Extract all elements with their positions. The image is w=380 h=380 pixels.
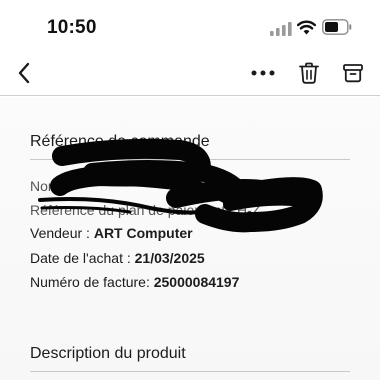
wifi-icon <box>297 20 316 35</box>
archive-button[interactable] <box>340 60 366 86</box>
vendor-line: Vendeur : ART Computer <box>30 225 193 241</box>
status-time: 10:50 <box>47 17 97 38</box>
invoice-label: Numéro de facture: <box>30 274 154 290</box>
product-description-title: Description du produit <box>30 345 186 362</box>
payment-plan-label: Référence du plan de paiement : H-Z <box>30 202 261 218</box>
vendor-value: ART Computer <box>93 225 193 241</box>
back-button[interactable] <box>10 58 38 88</box>
purchase-date-line: Date de l'achat : 21/03/2025 <box>30 250 205 266</box>
purchase-date-value: 21/03/2025 <box>134 250 205 266</box>
trash-button[interactable] <box>296 60 322 86</box>
invoice-number-line: Numéro de facture: 25000084197 <box>30 274 239 290</box>
more-button[interactable] <box>248 62 278 84</box>
order-reference-title: Référence de commande <box>30 133 210 150</box>
more-icon <box>251 70 275 76</box>
nav-bar <box>0 52 380 96</box>
chevron-left-icon <box>18 62 30 84</box>
archive-icon <box>343 64 363 83</box>
status-bar: 10:50 <box>0 0 380 52</box>
section-divider <box>30 159 350 160</box>
battery-icon <box>322 19 352 35</box>
customer-name-line: Nom <box>30 178 60 194</box>
payment-plan-line: Référence du plan de paiement : H-Z K <box>30 202 310 218</box>
trash-icon <box>299 62 319 84</box>
invoice-value: 25000084197 <box>153 274 240 290</box>
purchase-date-label: Date de l'achat : <box>30 250 135 266</box>
section-divider <box>30 371 350 372</box>
message-body: Référence de commande Nom Référence du p… <box>0 97 380 380</box>
vendor-label: Vendeur : <box>30 225 94 241</box>
payment-plan-tail: K <box>300 202 310 218</box>
signal-icon <box>270 22 292 36</box>
